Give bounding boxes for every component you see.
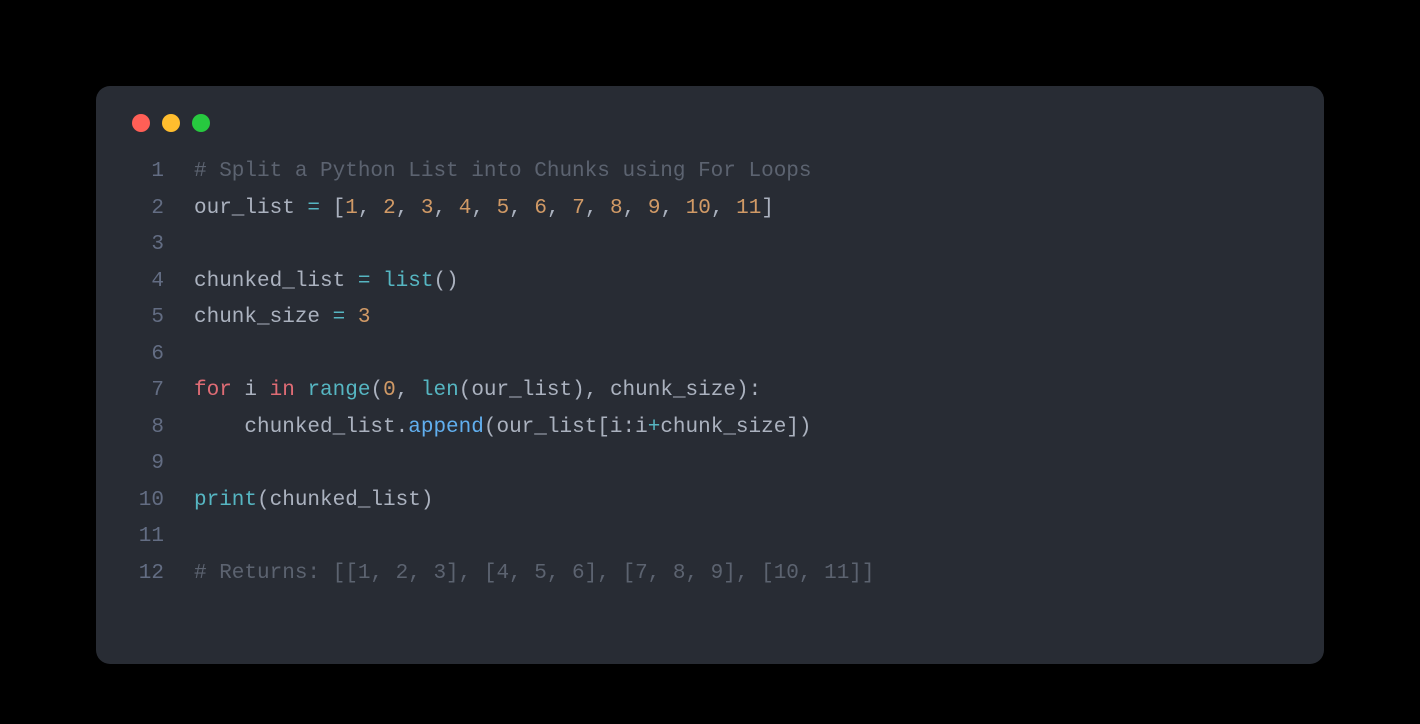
code-token: (chunked_list) <box>257 489 433 512</box>
code-line: 6 <box>96 337 1324 374</box>
code-token: = <box>307 197 320 220</box>
code-line: 5chunk_size = 3 <box>96 300 1324 337</box>
code-token: # Returns: [[1, 2, 3], [4, 5, 6], [7, 8,… <box>194 562 875 585</box>
code-token: ] <box>761 197 774 220</box>
line-content: chunk_size = 3 <box>194 300 1324 337</box>
line-number: 7 <box>96 373 194 410</box>
code-token: range <box>307 379 370 402</box>
code-token: print <box>194 489 257 512</box>
line-content <box>194 446 1324 483</box>
code-token: chunked_list. <box>194 416 408 439</box>
code-token: chunk_size <box>194 306 333 329</box>
code-line: 1# Split a Python List into Chunks using… <box>96 154 1324 191</box>
line-number: 10 <box>96 483 194 520</box>
line-content <box>194 337 1324 374</box>
line-content: # Split a Python List into Chunks using … <box>194 154 1324 191</box>
code-token: list <box>370 270 433 293</box>
code-block: 1# Split a Python List into Chunks using… <box>96 132 1324 592</box>
line-content: # Returns: [[1, 2, 3], [4, 5, 6], [7, 8,… <box>194 556 1324 593</box>
code-token: len <box>421 379 459 402</box>
code-token: , <box>623 197 648 220</box>
code-token: our_list <box>194 197 307 220</box>
code-token <box>295 379 308 402</box>
line-content <box>194 227 1324 264</box>
code-line: 12# Returns: [[1, 2, 3], [4, 5, 6], [7, … <box>96 556 1324 593</box>
code-token: 5 <box>497 197 510 220</box>
line-number: 2 <box>96 191 194 228</box>
code-token: = <box>358 270 371 293</box>
code-token: , <box>585 197 610 220</box>
code-token: () <box>433 270 458 293</box>
code-token: , <box>711 197 736 220</box>
code-token: 3 <box>421 197 434 220</box>
code-line: 11 <box>96 519 1324 556</box>
code-token: 7 <box>572 197 585 220</box>
code-token: (our_list), chunk_size): <box>459 379 761 402</box>
code-line: 2our_list = [1, 2, 3, 4, 5, 6, 7, 8, 9, … <box>96 191 1324 228</box>
line-number: 4 <box>96 264 194 301</box>
code-token: # Split a Python List into Chunks using … <box>194 160 812 183</box>
line-number: 5 <box>96 300 194 337</box>
line-number: 1 <box>96 154 194 191</box>
code-line: 3 <box>96 227 1324 264</box>
code-token: , <box>396 197 421 220</box>
code-token <box>345 306 358 329</box>
code-token: append <box>408 416 484 439</box>
code-token: 11 <box>736 197 761 220</box>
line-number: 8 <box>96 410 194 447</box>
code-window: 1# Split a Python List into Chunks using… <box>96 86 1324 664</box>
code-token: , <box>358 197 383 220</box>
code-token: 0 <box>383 379 396 402</box>
code-line: 9 <box>96 446 1324 483</box>
code-token: in <box>270 379 295 402</box>
code-token: , <box>660 197 685 220</box>
code-token: , <box>434 197 459 220</box>
code-token: + <box>648 416 661 439</box>
line-number: 6 <box>96 337 194 374</box>
code-token: 6 <box>534 197 547 220</box>
code-token: , <box>471 197 496 220</box>
line-number: 9 <box>96 446 194 483</box>
line-number: 12 <box>96 556 194 593</box>
code-token: chunked_list <box>194 270 358 293</box>
code-line: 4chunked_list = list() <box>96 264 1324 301</box>
code-token: , <box>396 379 421 402</box>
code-token: 8 <box>610 197 623 220</box>
code-token: chunk_size]) <box>660 416 811 439</box>
line-content: chunked_list.append(our_list[i:i+chunk_s… <box>194 410 1324 447</box>
code-token: 1 <box>345 197 358 220</box>
line-content <box>194 519 1324 556</box>
line-number: 11 <box>96 519 194 556</box>
line-content: our_list = [1, 2, 3, 4, 5, 6, 7, 8, 9, 1… <box>194 191 1324 228</box>
code-line: 10print(chunked_list) <box>96 483 1324 520</box>
code-token: = <box>333 306 346 329</box>
maximize-icon[interactable] <box>192 114 210 132</box>
code-token: 2 <box>383 197 396 220</box>
code-token: for <box>194 379 232 402</box>
code-token: 3 <box>358 306 371 329</box>
minimize-icon[interactable] <box>162 114 180 132</box>
code-token: i <box>232 379 270 402</box>
line-number: 3 <box>96 227 194 264</box>
code-token: 9 <box>648 197 661 220</box>
code-token: 10 <box>686 197 711 220</box>
code-line: 8 chunked_list.append(our_list[i:i+chunk… <box>96 410 1324 447</box>
code-token: , <box>547 197 572 220</box>
code-token: [ <box>320 197 345 220</box>
line-content: for i in range(0, len(our_list), chunk_s… <box>194 373 1324 410</box>
window-traffic-lights <box>96 86 1324 132</box>
line-content: print(chunked_list) <box>194 483 1324 520</box>
code-token: ( <box>370 379 383 402</box>
code-token: 4 <box>459 197 472 220</box>
code-token: , <box>509 197 534 220</box>
line-content: chunked_list = list() <box>194 264 1324 301</box>
code-token: (our_list[i:i <box>484 416 648 439</box>
code-line: 7for i in range(0, len(our_list), chunk_… <box>96 373 1324 410</box>
close-icon[interactable] <box>132 114 150 132</box>
